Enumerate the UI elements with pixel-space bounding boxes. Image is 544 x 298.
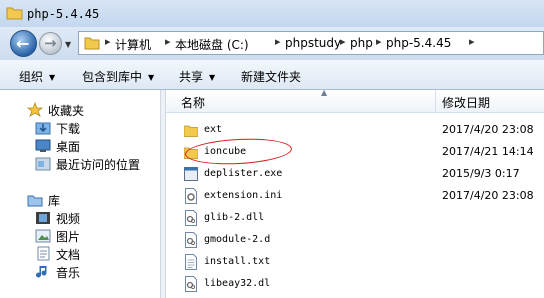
breadcrumb-computer[interactable]: 计算机 (115, 36, 151, 53)
share-menu[interactable]: 共享 ▼ (179, 68, 215, 85)
picture-icon (35, 229, 51, 243)
file-row[interactable]: gmodule-2.d (166, 229, 544, 251)
folder-icon (184, 125, 198, 137)
sort-ascending-icon: ▲ (321, 88, 328, 97)
file-row[interactable]: libeay32.dl (166, 273, 544, 295)
forward-button[interactable]: → (39, 32, 62, 55)
breadcrumb-separator-icon[interactable]: ▸ (469, 35, 475, 48)
chevron-down-icon: ▼ (49, 73, 56, 82)
dll-file-icon (185, 276, 197, 292)
breadcrumb-php-version[interactable]: php-5.4.45 (386, 36, 451, 50)
library-icon (27, 195, 43, 207)
navigation-pane: 收藏夹 下载 桌面 最近访问的位置 库 视频 图片 文档 音乐 (0, 90, 160, 298)
address-bar[interactable]: ▸ 计算机 ▸ 本地磁盘 (C:) ▸ phpstudy ▸ php ▸ php… (78, 31, 544, 55)
file-row[interactable]: extension.ini 2017/4/20 23:08 (166, 185, 544, 207)
folder-icon (84, 37, 100, 50)
breadcrumb-separator-icon[interactable]: ▸ (340, 35, 346, 48)
organize-menu[interactable]: 组织 ▼ (19, 68, 55, 85)
text-file-icon (185, 254, 197, 270)
video-icon (36, 212, 50, 224)
window-title: php-5.4.45 (27, 7, 100, 21)
dll-file-icon (185, 210, 197, 226)
download-folder-icon (35, 122, 51, 135)
back-button[interactable]: ← (10, 30, 37, 57)
desktop-icon (35, 139, 51, 152)
address-row: ← → ▼ ▸ 计算机 ▸ 本地磁盘 (C:) ▸ phpstudy ▸ php… (0, 27, 544, 60)
breadcrumb-separator-icon[interactable]: ▸ (376, 35, 382, 48)
file-row[interactable]: glib-2.dll (166, 207, 544, 229)
star-icon (27, 102, 43, 117)
document-icon (37, 246, 50, 261)
folder-icon (184, 147, 198, 159)
chevron-down-icon: ▼ (148, 73, 155, 82)
breadcrumb-php[interactable]: php (350, 36, 373, 50)
command-bar: 组织 ▼ 包含到库中 ▼ 共享 ▼ 新建文件夹 (0, 60, 544, 90)
back-arrow-icon: ← (16, 34, 30, 53)
folder-icon (6, 7, 23, 20)
forward-arrow-icon: → (44, 34, 57, 52)
breadcrumb-separator-icon[interactable]: ▸ (165, 35, 171, 48)
dll-file-icon (185, 232, 197, 248)
file-row[interactable]: ioncube 2017/4/21 14:14 (166, 141, 544, 163)
column-header-name[interactable]: 名称 (181, 94, 205, 111)
recent-places-icon (35, 157, 51, 171)
breadcrumb-separator-icon[interactable]: ▸ (105, 35, 111, 48)
file-row[interactable]: install.txt (166, 251, 544, 273)
executable-icon (184, 167, 198, 181)
recent-pages-dropdown-icon[interactable]: ▼ (65, 40, 71, 49)
file-row[interactable]: ext 2017/4/20 23:08 (166, 119, 544, 141)
breadcrumb-separator-icon[interactable]: ▸ (275, 35, 281, 48)
music-icon (36, 266, 47, 278)
title-bar: php-5.4.45 (0, 0, 544, 27)
settings-file-icon (185, 188, 197, 204)
file-list: ▲ 名称 修改日期 ext 2017/4/20 23:08 ioncube 20… (166, 88, 544, 298)
column-header: ▲ 名称 修改日期 (166, 88, 544, 113)
column-header-date[interactable]: 修改日期 (442, 94, 490, 111)
chevron-down-icon: ▼ (209, 73, 216, 82)
breadcrumb-local-disk[interactable]: 本地磁盘 (C:) (175, 36, 249, 53)
include-in-library-menu[interactable]: 包含到库中 ▼ (82, 68, 154, 85)
new-folder-button[interactable]: 新建文件夹 (241, 68, 301, 85)
column-divider[interactable] (435, 90, 436, 113)
file-row[interactable]: deplister.exe 2015/9/3 0:17 (166, 163, 544, 185)
breadcrumb-phpstudy[interactable]: phpstudy (285, 36, 341, 50)
